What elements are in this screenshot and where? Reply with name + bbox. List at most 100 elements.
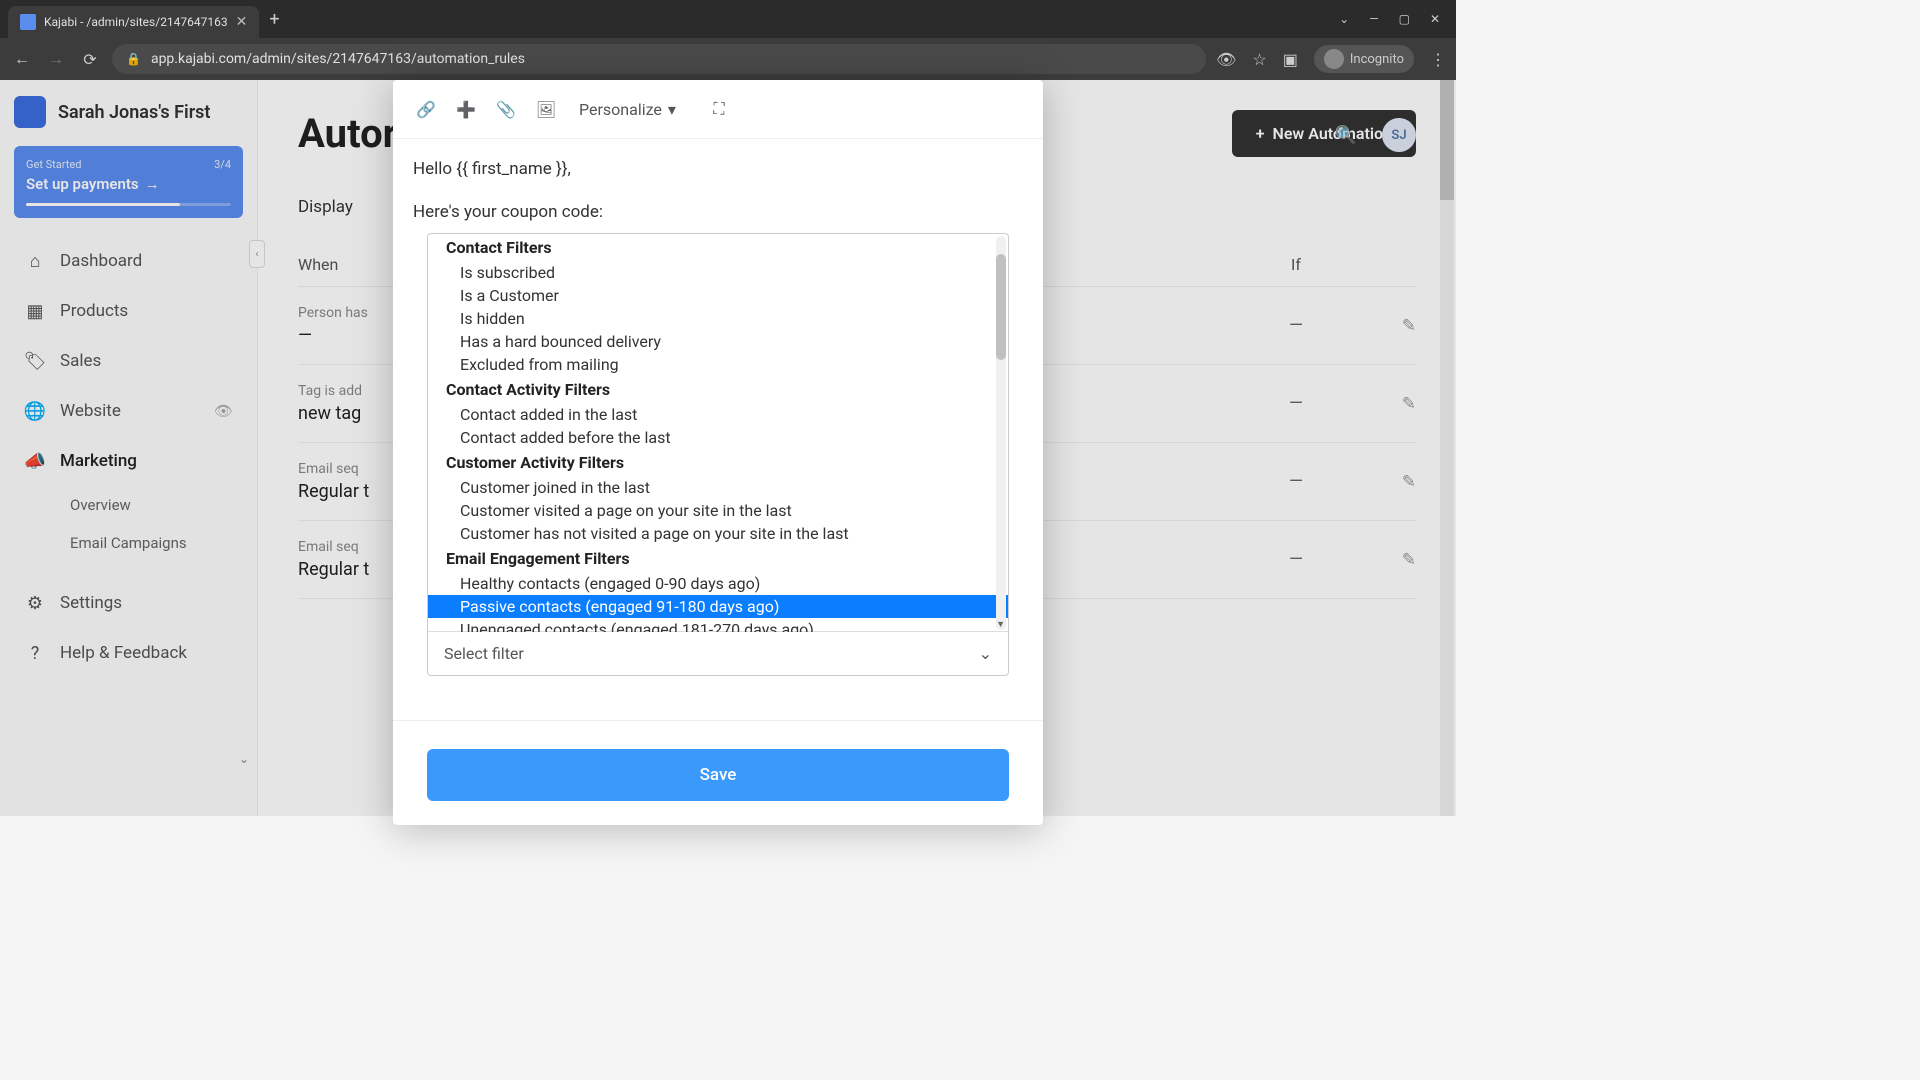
tab-title: Kajabi - /admin/sites/2147647163 [44, 15, 228, 29]
tab-close-icon[interactable]: ✕ [236, 14, 248, 30]
eye-off-icon[interactable]: 👁 [1216, 50, 1236, 69]
scroll-down-icon[interactable]: ▼ [996, 619, 1005, 630]
url-text: app.kajabi.com/admin/sites/2147647163/au… [151, 51, 525, 67]
select-placeholder: Select filter [444, 644, 524, 663]
sidebar-item-settings[interactable]: ⚙ Settings [14, 578, 243, 628]
lock-icon: 🔒 [126, 52, 141, 66]
nav-label: Products [60, 301, 128, 321]
brand[interactable]: Sarah Jonas's First [14, 96, 243, 128]
filter-select-display[interactable]: Select filter ⌄ [428, 631, 1008, 675]
expand-icon[interactable]: ⛶ [702, 92, 736, 126]
dropdown-option[interactable]: Customer has not visited a page on your … [428, 522, 1008, 545]
chevron-down-icon[interactable]: ⌄ [239, 752, 249, 766]
sidebar-sub-overview[interactable]: Overview [14, 486, 243, 524]
nav-label: Dashboard [60, 251, 142, 271]
back-button[interactable]: ← [10, 49, 34, 69]
sidebar-item-sales[interactable]: 🏷 Sales [14, 336, 243, 386]
filter-dropdown-list[interactable]: ▲ ▼ Contact FiltersIs subscribedIs a Cus… [428, 234, 1008, 632]
add-icon[interactable]: ➕ [449, 92, 483, 126]
edit-icon[interactable]: ✎ [1346, 305, 1416, 346]
save-button[interactable]: Save [427, 749, 1009, 801]
get-started-main-label: Set up payments [26, 175, 139, 193]
maximize-icon[interactable]: ▢ [1399, 12, 1410, 26]
nav-label: Sales [60, 351, 101, 371]
dropdown-option[interactable]: Has a hard bounced delivery [428, 330, 1008, 353]
plus-icon: + [1256, 124, 1265, 143]
edit-icon[interactable]: ✎ [1346, 383, 1416, 424]
chevron-down-icon: ⌄ [979, 644, 992, 663]
gear-icon: ⚙ [24, 592, 46, 614]
dropdown-option[interactable]: Is subscribed [428, 261, 1008, 284]
automation-modal: 🔗 ➕ 📎 🖼 Personalize ▾ ⛶ Hello {{ first_n… [393, 80, 1043, 825]
sidebar-item-marketing[interactable]: 📣 Marketing [14, 436, 243, 486]
link-icon[interactable]: 🔗 [409, 92, 443, 126]
dropdown-group-title: Email Engagement Filters [428, 545, 1008, 572]
page-title: Autor [298, 110, 397, 157]
search-icon[interactable]: 🔍 [1330, 119, 1362, 151]
marketing-icon: 📣 [24, 450, 46, 472]
dashboard-icon: ⌂ [24, 250, 46, 272]
edit-icon[interactable]: ✎ [1346, 461, 1416, 502]
editor-line: Here's your coupon code: [413, 198, 1023, 227]
email-editor[interactable]: Hello {{ first_name }}, Here's your coup… [393, 139, 1043, 233]
row-if: — [1246, 315, 1346, 336]
avatar[interactable]: SJ [1382, 118, 1416, 152]
progress-bar [26, 203, 231, 206]
url-input[interactable]: 🔒 app.kajabi.com/admin/sites/2147647163/… [112, 44, 1206, 74]
row-if: — [1246, 549, 1346, 570]
help-icon: ? [24, 642, 46, 664]
browser-tab[interactable]: Kajabi - /admin/sites/2147647163 ✕ [8, 6, 259, 38]
dropdown-option[interactable]: Customer visited a page on your site in … [428, 499, 1008, 522]
sidebar-item-help[interactable]: ? Help & Feedback [14, 628, 243, 678]
editor-toolbar: 🔗 ➕ 📎 🖼 Personalize ▾ ⛶ [393, 80, 1043, 139]
browser-url-bar: ← → ⟳ 🔒 app.kajabi.com/admin/sites/21476… [0, 38, 1456, 80]
bookmark-icon[interactable]: ☆ [1252, 50, 1266, 69]
dropdown-option[interactable]: Customer joined in the last [428, 476, 1008, 499]
browser-tab-strip: Kajabi - /admin/sites/2147647163 ✕ + ⌄ —… [0, 0, 1456, 38]
personalize-dropdown[interactable]: Personalize ▾ [569, 100, 686, 119]
forward-button[interactable]: → [44, 49, 68, 69]
get-started-label: Get Started [26, 158, 81, 171]
image-icon[interactable]: 🖼 [529, 92, 563, 126]
minimize-icon[interactable]: — [1369, 12, 1378, 26]
dropdown-option[interactable]: Contact added before the last [428, 426, 1008, 449]
nav-label: Marketing [60, 451, 137, 471]
scrollbar-thumb[interactable] [1440, 80, 1454, 200]
dropdown-option[interactable]: Healthy contacts (engaged 0-90 days ago) [428, 572, 1008, 595]
chevron-down-icon[interactable]: ⌄ [1339, 12, 1349, 26]
close-window-icon[interactable]: ✕ [1430, 12, 1440, 26]
incognito-badge[interactable]: Incognito [1314, 45, 1414, 73]
dropdown-option[interactable]: Contact added in the last [428, 403, 1008, 426]
row-if: — [1246, 471, 1346, 492]
new-tab-button[interactable]: + [269, 9, 279, 30]
window-controls: ⌄ — ▢ ✕ [1339, 12, 1456, 26]
dropdown-scrollbar[interactable] [996, 236, 1006, 630]
dropdown-option[interactable]: Passive contacts (engaged 91-180 days ag… [428, 595, 1008, 618]
sidebar-item-dashboard[interactable]: ⌂ Dashboard [14, 236, 243, 286]
reload-button[interactable]: ⟳ [78, 50, 102, 69]
dropdown-group-title: Customer Activity Filters [428, 449, 1008, 476]
nav-sub-label: Overview [70, 496, 131, 514]
panel-icon[interactable]: ▣ [1283, 50, 1298, 69]
nav-label: Settings [60, 593, 122, 613]
attachment-icon[interactable]: 📎 [489, 92, 523, 126]
tab-favicon [20, 14, 36, 30]
edit-icon[interactable]: ✎ [1346, 539, 1416, 580]
dropdown-group-title: Contact Filters [428, 234, 1008, 261]
get-started-card[interactable]: Get Started 3/4 Set up payments → [14, 146, 243, 218]
sidebar-sub-email-campaigns[interactable]: Email Campaigns [14, 524, 243, 562]
incognito-label: Incognito [1350, 52, 1404, 67]
nav-sub-label: Email Campaigns [70, 534, 187, 552]
menu-icon[interactable]: ⋮ [1430, 50, 1446, 69]
dropdown-option[interactable]: Excluded from mailing [428, 353, 1008, 376]
dropdown-option[interactable]: Is hidden [428, 307, 1008, 330]
sidebar-item-products[interactable]: ▦ Products [14, 286, 243, 336]
products-icon: ▦ [24, 300, 46, 322]
website-icon: 🌐 [24, 400, 46, 422]
eye-icon[interactable]: 👁 [214, 402, 233, 420]
dropdown-option[interactable]: Is a Customer [428, 284, 1008, 307]
dropdown-option[interactable]: Unengaged contacts (engaged 181-270 days… [428, 618, 1008, 632]
page-scrollbar[interactable] [1440, 80, 1454, 816]
sidebar-item-website[interactable]: 🌐 Website 👁 [14, 386, 243, 436]
scrollbar-thumb[interactable] [996, 254, 1006, 360]
